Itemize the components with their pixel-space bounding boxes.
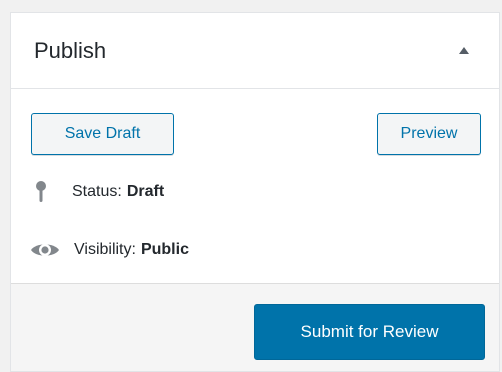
preview-button[interactable]: Preview bbox=[377, 113, 481, 155]
triangle-up-icon bbox=[459, 47, 469, 54]
eye-icon bbox=[30, 239, 60, 261]
major-publishing-actions: Submit for Review bbox=[11, 283, 499, 371]
status-label: Status: bbox=[72, 183, 122, 200]
publish-panel-header: Publish bbox=[11, 13, 499, 89]
status-value: Draft bbox=[126, 183, 165, 200]
pin-icon bbox=[30, 181, 52, 203]
publish-panel-body: Save Draft Preview Status: Draft Visibil… bbox=[11, 89, 499, 284]
submit-for-review-button[interactable]: Submit for Review bbox=[254, 304, 485, 360]
visibility-value: Public bbox=[140, 241, 189, 258]
collapse-toggle-button[interactable] bbox=[451, 38, 477, 64]
publish-panel: Publish Save Draft Preview Status: Draft bbox=[10, 12, 500, 372]
status-row: Status: Draft bbox=[30, 181, 164, 203]
save-draft-button[interactable]: Save Draft bbox=[31, 113, 174, 155]
visibility-label: Visibility: bbox=[74, 241, 136, 258]
panel-title: Publish bbox=[34, 37, 107, 63]
visibility-row: Visibility: Public bbox=[30, 239, 189, 261]
